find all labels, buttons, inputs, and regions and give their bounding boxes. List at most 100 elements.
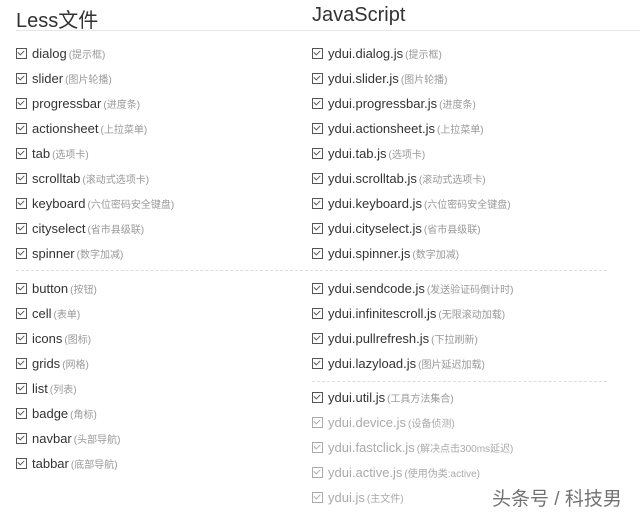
checkbox-item[interactable]: ydui.dialog.js (提示框) (312, 44, 442, 62)
checkbox-checked-icon[interactable] (312, 307, 323, 319)
checkbox-checked-icon[interactable] (16, 432, 27, 444)
checkbox-item[interactable]: ydui.infinitescroll.js (无限滚动加载) (312, 304, 505, 322)
checkbox-item[interactable]: ydui.cityselect.js (省市县级联) (312, 219, 481, 237)
item-name: ydui.cityselect.js (328, 220, 422, 236)
item-name: dialog (32, 45, 67, 61)
item-note: (底部导航) (70, 459, 118, 471)
checkbox-checked-icon[interactable] (16, 72, 27, 84)
item-note: (选项卡) (52, 149, 89, 161)
item-name: list (32, 380, 48, 396)
checkbox-item[interactable]: ydui.js (主文件) (312, 488, 404, 506)
checkbox-checked-icon[interactable] (312, 441, 323, 453)
checkbox-checked-icon[interactable] (312, 416, 323, 428)
item-note: (六位密码安全键盘) (87, 199, 175, 211)
checkbox-checked-icon[interactable] (16, 47, 27, 59)
item-name: ydui.sendcode.js (328, 280, 425, 296)
checkbox-checked-icon[interactable] (16, 357, 27, 369)
checkbox-checked-icon[interactable] (312, 466, 323, 478)
item-name: spinner (32, 245, 75, 261)
checkbox-item[interactable]: ydui.slider.js (图片轮播) (312, 69, 447, 87)
item-name: ydui.pullrefresh.js (328, 330, 430, 346)
js-heading: JavaScript (312, 4, 406, 26)
item-note: (提示框) (68, 49, 106, 61)
checkbox-item[interactable]: icons (图标) (16, 329, 91, 347)
checkbox-checked-icon[interactable] (312, 247, 323, 259)
checkbox-checked-icon[interactable] (312, 122, 323, 134)
item-note: (省市县级联) (423, 224, 481, 236)
checkbox-item[interactable]: slider (图片轮播) (16, 69, 112, 87)
item-note: (进度条) (103, 99, 141, 111)
checkbox-checked-icon[interactable] (312, 197, 323, 209)
checkbox-checked-icon[interactable] (16, 222, 27, 234)
item-note: (上拉菜单) (436, 124, 484, 136)
item-name: grids (32, 355, 61, 371)
checkbox-item[interactable]: grids (网格) (16, 354, 89, 372)
item-note: (数字加减) (412, 249, 460, 261)
item-name: ydui.device.js (328, 414, 407, 430)
checkbox-checked-icon[interactable] (16, 307, 27, 319)
checkbox-item[interactable]: ydui.lazyload.js (图片延迟加载) (312, 354, 485, 372)
item-name: slider (32, 70, 64, 86)
checkbox-item[interactable]: badge (角标) (16, 404, 97, 422)
checkbox-checked-icon[interactable] (312, 332, 323, 344)
checkbox-checked-icon[interactable] (312, 172, 323, 184)
checkbox-item[interactable]: actionsheet (上拉菜单) (16, 119, 147, 137)
group-divider (16, 270, 607, 271)
checkbox-item[interactable]: ydui.tab.js (选项卡) (312, 144, 425, 162)
item-name: cell (32, 305, 52, 321)
checkbox-item[interactable]: navbar (头部导航) (16, 429, 120, 447)
checkbox-item[interactable]: cell (表单) (16, 304, 80, 322)
checkbox-checked-icon[interactable] (312, 357, 323, 369)
checkbox-item[interactable]: ydui.fastclick.js (解决点击300ms延迟) (312, 438, 513, 456)
checkbox-item[interactable]: ydui.pullrefresh.js (下拉刷新) (312, 329, 478, 347)
checkbox-item[interactable]: ydui.scrolltab.js (滚动式选项卡) (312, 169, 486, 187)
checkbox-checked-icon[interactable] (16, 282, 27, 294)
checkbox-item[interactable]: tab (选项卡) (16, 144, 89, 162)
checkbox-item[interactable]: tabbar (底部导航) (16, 454, 118, 472)
item-note: (图标) (64, 334, 92, 346)
checkbox-item[interactable]: list (列表) (16, 379, 77, 397)
checkbox-checked-icon[interactable] (16, 247, 27, 259)
item-note: (按钮) (70, 284, 97, 296)
checkbox-item[interactable]: button (按钮) (16, 279, 97, 297)
checkbox-checked-icon[interactable] (312, 72, 323, 84)
checkbox-item[interactable]: progressbar (进度条) (16, 94, 140, 112)
checkbox-checked-icon[interactable] (16, 122, 27, 134)
checkbox-checked-icon[interactable] (16, 97, 27, 109)
checkbox-checked-icon[interactable] (312, 391, 323, 403)
checkbox-checked-icon[interactable] (16, 147, 27, 159)
checkbox-item[interactable]: ydui.sendcode.js (发送验证码倒计时) (312, 279, 514, 297)
checkbox-item[interactable]: ydui.active.js (使用伪类:active) (312, 463, 480, 481)
checkbox-item[interactable]: spinner (数字加减) (16, 244, 123, 262)
checkbox-item[interactable]: cityselect (省市县级联) (16, 219, 144, 237)
checkbox-checked-icon[interactable] (312, 47, 323, 59)
checkbox-item[interactable]: ydui.util.js (工具方法集合) (312, 388, 454, 406)
checkbox-checked-icon[interactable] (16, 197, 27, 209)
watermark: 头条号 / 科技男 (492, 489, 622, 510)
checkbox-item[interactable]: scrolltab (滚动式选项卡) (16, 169, 149, 187)
checkbox-item[interactable]: keyboard (六位密码安全键盘) (16, 194, 174, 212)
checkbox-checked-icon[interactable] (16, 457, 27, 469)
checkbox-checked-icon[interactable] (16, 407, 27, 419)
item-name: ydui.tab.js (328, 145, 387, 161)
checkbox-item[interactable]: ydui.device.js (设备侦测) (312, 413, 455, 431)
checkbox-item[interactable]: ydui.keyboard.js (六位密码安全键盘) (312, 194, 511, 212)
item-note: (图片轮播) (65, 74, 112, 86)
checkbox-checked-icon[interactable] (312, 147, 323, 159)
checkbox-checked-icon[interactable] (312, 491, 323, 503)
checkbox-checked-icon[interactable] (16, 172, 27, 184)
checkbox-item[interactable]: ydui.progressbar.js (进度条) (312, 94, 476, 112)
item-note: (解决点击300ms延迟) (416, 443, 514, 455)
checkbox-item[interactable]: dialog (提示框) (16, 44, 105, 62)
item-note: (发送验证码倒计时) (426, 284, 514, 296)
item-name: ydui.progressbar.js (328, 95, 438, 111)
item-name: ydui.lazyload.js (328, 355, 417, 371)
checkbox-checked-icon[interactable] (312, 222, 323, 234)
checkbox-checked-icon[interactable] (16, 332, 27, 344)
checkbox-item[interactable]: ydui.spinner.js (数字加减) (312, 244, 459, 262)
checkbox-checked-icon[interactable] (312, 282, 323, 294)
checkbox-item[interactable]: ydui.actionsheet.js (上拉菜单) (312, 119, 484, 137)
item-name: ydui.util.js (328, 389, 386, 405)
checkbox-checked-icon[interactable] (16, 382, 27, 394)
checkbox-checked-icon[interactable] (312, 97, 323, 109)
